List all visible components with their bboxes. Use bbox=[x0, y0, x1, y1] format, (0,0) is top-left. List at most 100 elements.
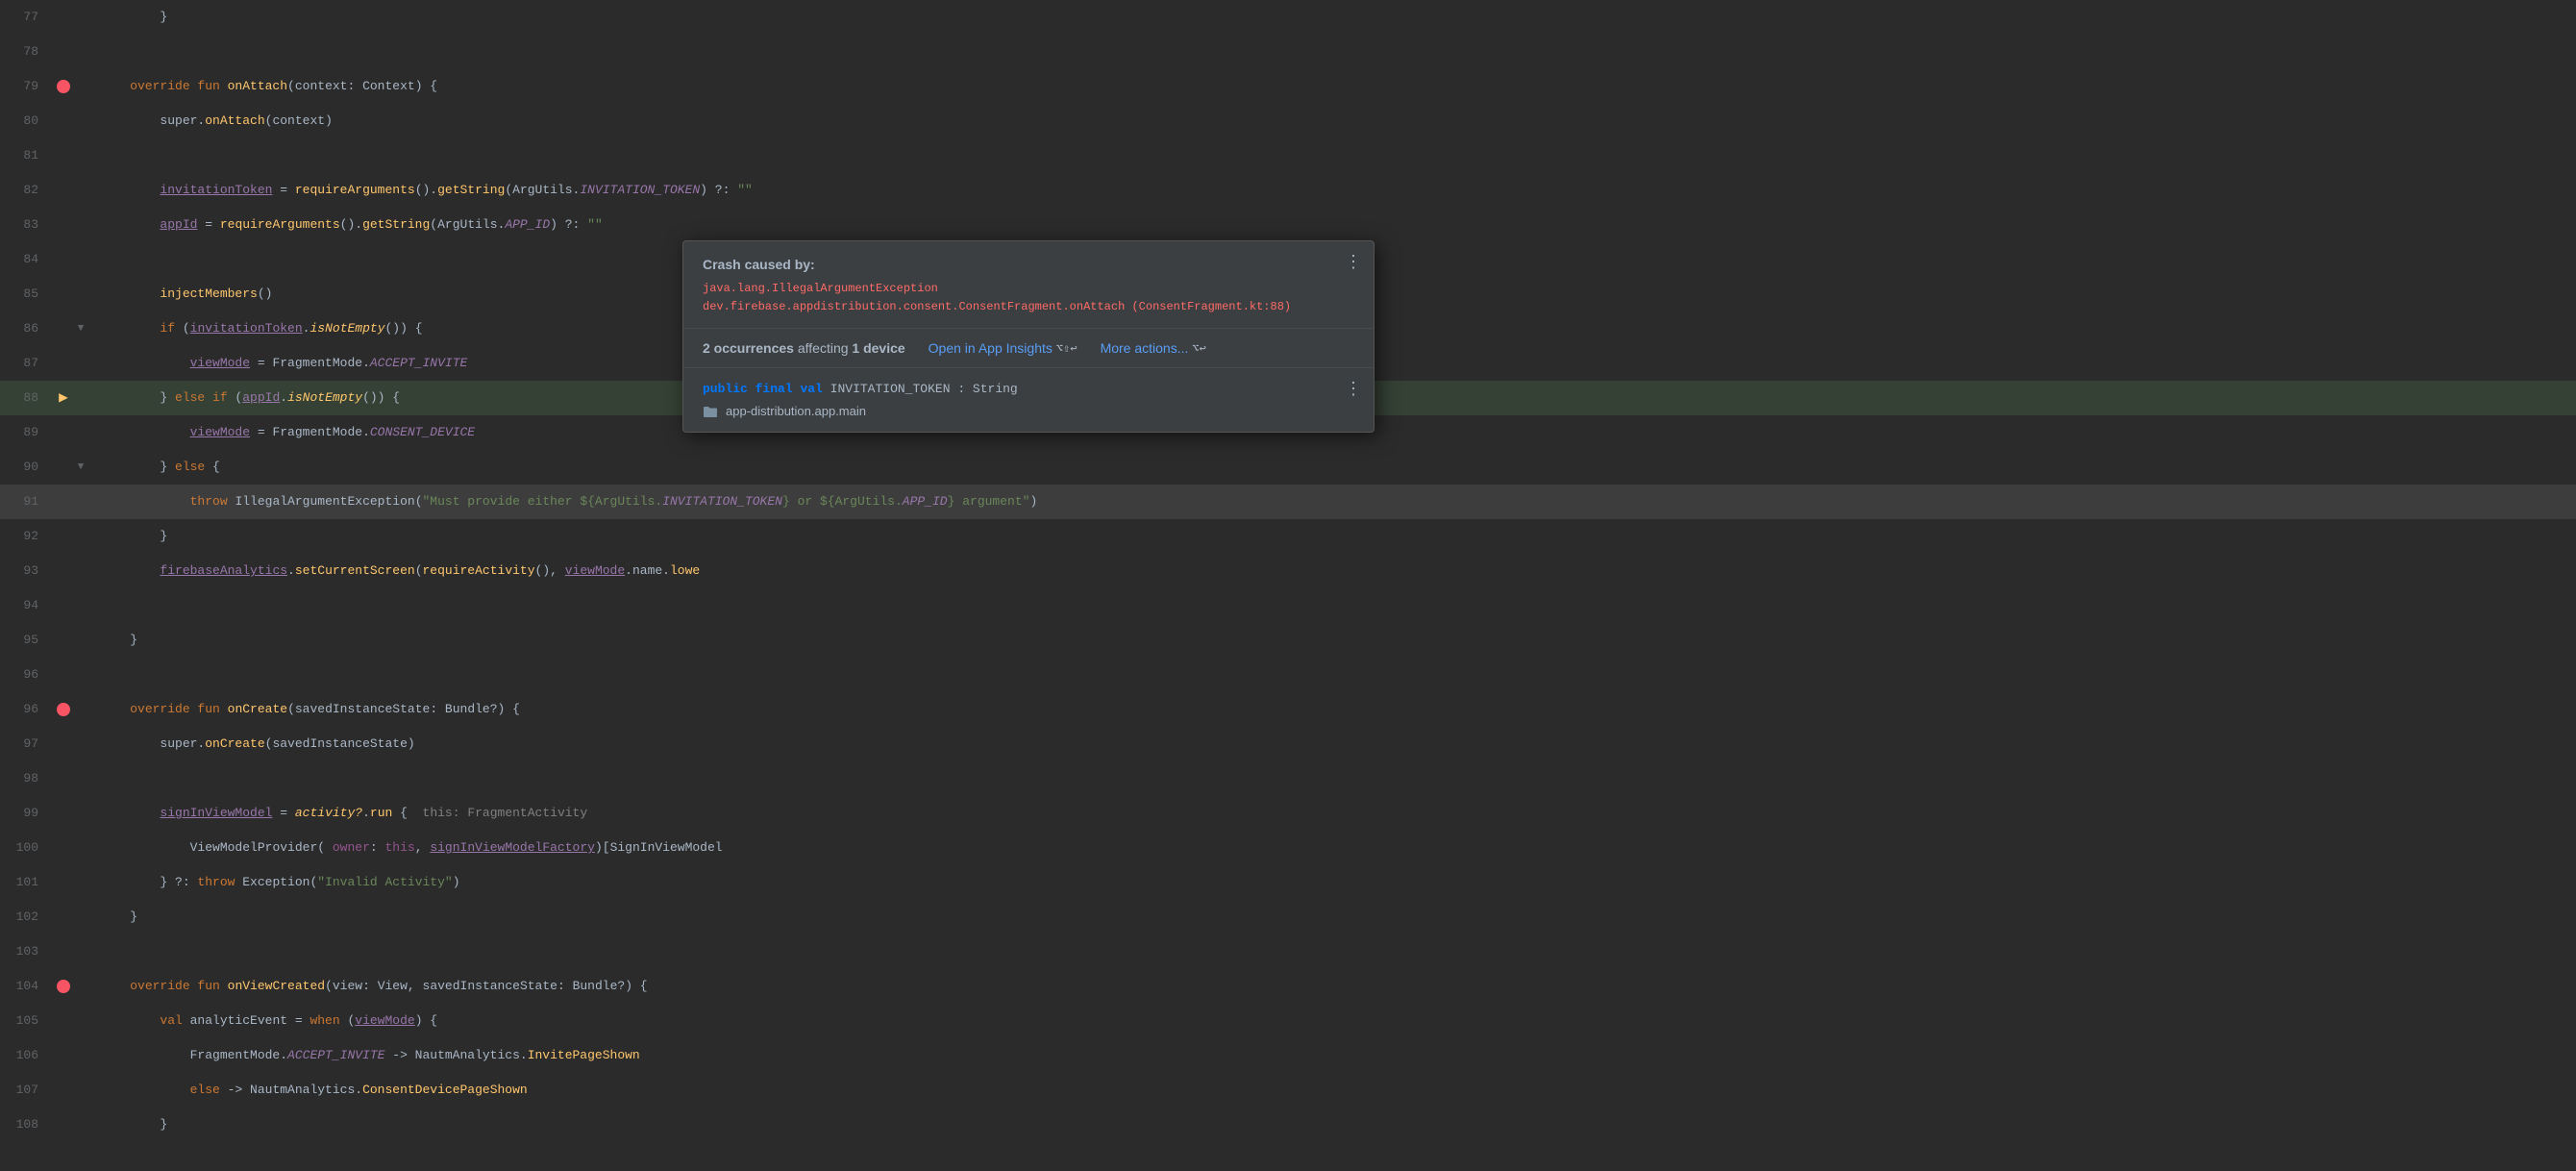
line-num-85: 85 bbox=[15, 277, 54, 311]
gutter-icon-77 bbox=[54, 0, 73, 35]
gutter-102: 102 bbox=[0, 900, 96, 934]
editor-container: 77 } 78 79 override fun onAttach bbox=[0, 0, 2576, 1171]
gutter-84: 84 bbox=[0, 242, 96, 277]
gutter-icon-92 bbox=[54, 519, 73, 554]
fold-82 bbox=[73, 173, 88, 208]
gutter-icon-83 bbox=[54, 208, 73, 242]
line-num-81: 81 bbox=[15, 138, 54, 173]
gutter-icon-95 bbox=[54, 623, 73, 658]
occurrences-text: 2 occurrences affecting 1 device bbox=[703, 340, 905, 356]
line-num-96: 96 bbox=[15, 658, 54, 692]
gutter-icon-105 bbox=[54, 1004, 73, 1038]
gutter-94: 94 bbox=[0, 588, 96, 623]
gutter-108: 108 bbox=[0, 1108, 96, 1142]
fold-96 bbox=[73, 658, 88, 692]
crash-title: Crash caused by: bbox=[703, 257, 1354, 272]
gutter-103: 103 bbox=[0, 934, 96, 969]
fold-88 bbox=[73, 381, 88, 415]
code-line-96b: 96 override fun onCreate(savedInstanceSt… bbox=[0, 692, 2576, 727]
gutter-90: 90 ▼ bbox=[0, 450, 96, 485]
code-line-106: 106 FragmentMode.ACCEPT_INVITE -> NautmA… bbox=[0, 1038, 2576, 1073]
popup-file-row: app-distribution.app.main bbox=[703, 404, 1354, 418]
gutter-icon-88: ▶ bbox=[54, 381, 73, 415]
crash-title-text: Crash caused by: bbox=[703, 257, 815, 272]
gutter-icon-101 bbox=[54, 865, 73, 900]
gutter-92: 92 bbox=[0, 519, 96, 554]
line-num-79: 79 bbox=[15, 69, 54, 104]
line-num-102: 102 bbox=[15, 900, 54, 934]
gutter-91: 91 bbox=[0, 485, 96, 519]
gutter-icon-94 bbox=[54, 588, 73, 623]
line-content-102: } bbox=[96, 900, 2576, 934]
line-num-96b: 96 bbox=[15, 692, 54, 727]
breakpoint-104[interactable] bbox=[57, 980, 70, 993]
code-line-104: 104 override fun onViewCreated(view: Vie… bbox=[0, 969, 2576, 1004]
line-content-95: } bbox=[96, 623, 2576, 658]
line-content-90: } else { bbox=[96, 450, 2576, 485]
breakpoint-79[interactable] bbox=[57, 80, 70, 93]
gutter-88: 88 ▶ bbox=[0, 381, 96, 415]
open-insights-link[interactable]: Open in App Insights ⌥⇧↩ bbox=[929, 340, 1077, 356]
line-num-87: 87 bbox=[15, 346, 54, 381]
gutter-85: 85 bbox=[0, 277, 96, 311]
popup-more-button-bottom[interactable]: ⋮ bbox=[1345, 380, 1362, 397]
line-content-81 bbox=[96, 138, 2576, 173]
gutter-icon-100 bbox=[54, 831, 73, 865]
line-content-77: } bbox=[96, 0, 2576, 35]
fold-89 bbox=[73, 415, 88, 450]
fold-107 bbox=[73, 1073, 88, 1108]
code-line-97: 97 super.onCreate(savedInstanceState) bbox=[0, 727, 2576, 761]
gutter-icon-79 bbox=[54, 69, 73, 104]
popup-code-section: ⋮ public final val INVITATION_TOKEN : St… bbox=[683, 368, 1374, 432]
fold-101 bbox=[73, 865, 88, 900]
code-line-100: 100 ViewModelProvider( owner: this, sign… bbox=[0, 831, 2576, 865]
more-actions-link[interactable]: More actions... ⌥↩ bbox=[1101, 340, 1206, 356]
fold-77 bbox=[73, 0, 88, 35]
line-content-96b: override fun onCreate(savedInstanceState… bbox=[96, 692, 2576, 727]
line-content-99: signInViewModel = activity?.run { this: … bbox=[96, 796, 2576, 831]
fold-91 bbox=[73, 485, 88, 519]
fold-93 bbox=[73, 554, 88, 588]
fold-104 bbox=[73, 969, 88, 1004]
fold-96b bbox=[73, 692, 88, 727]
gutter-83: 83 bbox=[0, 208, 96, 242]
line-num-77: 77 bbox=[15, 0, 54, 35]
breakpoint-96b[interactable] bbox=[57, 703, 70, 716]
line-num-78: 78 bbox=[15, 35, 54, 69]
line-num-97: 97 bbox=[15, 727, 54, 761]
line-num-92: 92 bbox=[15, 519, 54, 554]
line-content-101: } ?: throw Exception("Invalid Activity") bbox=[96, 865, 2576, 900]
gutter-79: 79 bbox=[0, 69, 96, 104]
gutter-icon-93 bbox=[54, 554, 73, 588]
gutter-81: 81 bbox=[0, 138, 96, 173]
code-line-77: 77 } bbox=[0, 0, 2576, 35]
code-line-102: 102 } bbox=[0, 900, 2576, 934]
gutter-icon-108 bbox=[54, 1108, 73, 1142]
line-content-104: override fun onViewCreated(view: View, s… bbox=[96, 969, 2576, 1004]
gutter-icon-81 bbox=[54, 138, 73, 173]
gutter-icon-96 bbox=[54, 658, 73, 692]
gutter-89: 89 bbox=[0, 415, 96, 450]
line-content-105: val analyticEvent = when (viewMode) { bbox=[96, 1004, 2576, 1038]
code-line-107: 107 else -> NautmAnalytics.ConsentDevice… bbox=[0, 1073, 2576, 1108]
gutter-icon-91 bbox=[54, 485, 73, 519]
fold-92 bbox=[73, 519, 88, 554]
line-content-98 bbox=[96, 761, 2576, 796]
line-num-98: 98 bbox=[15, 761, 54, 796]
line-num-80: 80 bbox=[15, 104, 54, 138]
code-line-79: 79 override fun onAttach(context: Contex… bbox=[0, 69, 2576, 104]
line-content-82: invitationToken = requireArguments().get… bbox=[96, 173, 2576, 208]
line-num-83: 83 bbox=[15, 208, 54, 242]
popup-more-button-top[interactable]: ⋮ bbox=[1345, 253, 1362, 270]
folder-icon bbox=[703, 405, 718, 418]
fold-105 bbox=[73, 1004, 88, 1038]
code-line-83: 83 appId = requireArguments().getString(… bbox=[0, 208, 2576, 242]
occurrences-count: 2 occurrences bbox=[703, 340, 794, 356]
line-num-108: 108 bbox=[15, 1108, 54, 1142]
gutter-icon-99 bbox=[54, 796, 73, 831]
gutter-icon-103 bbox=[54, 934, 73, 969]
gutter-icon-85 bbox=[54, 277, 73, 311]
code-line-94: 94 bbox=[0, 588, 2576, 623]
gutter-icon-86 bbox=[54, 311, 73, 346]
line-num-91: 91 bbox=[15, 485, 54, 519]
